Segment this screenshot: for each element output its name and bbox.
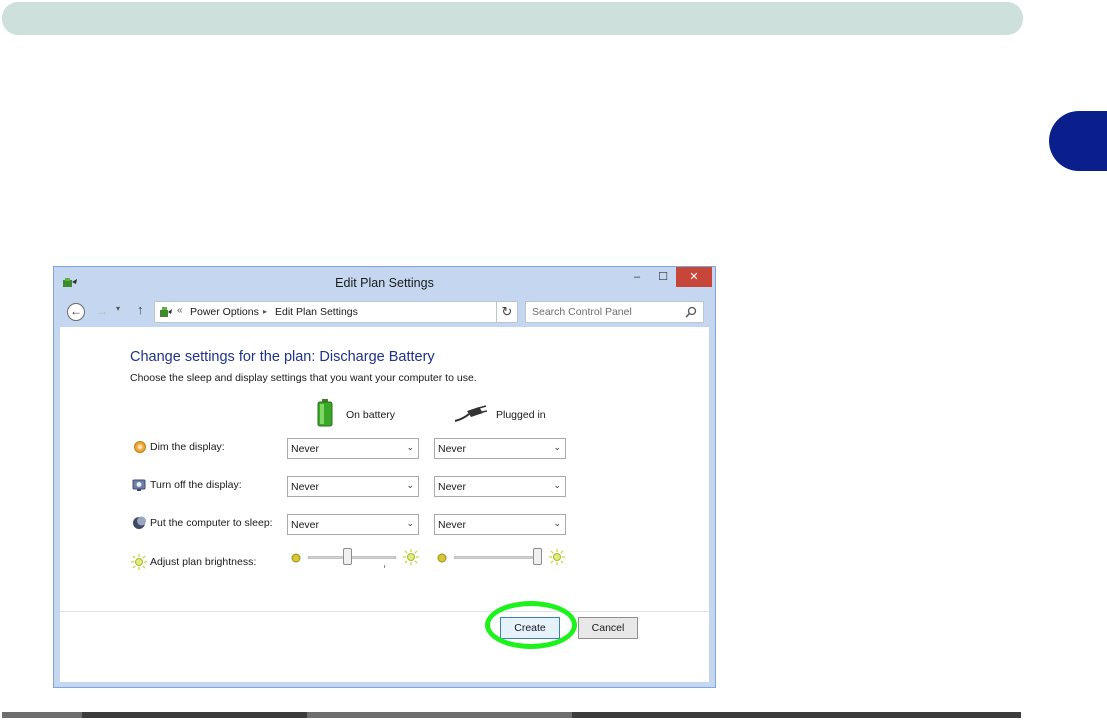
content-pane: Change settings for the plan: Discharge … xyxy=(60,327,709,682)
up-button[interactable]: ↑ xyxy=(137,302,144,317)
dim-display-plugged-select[interactable]: Never ⌄ xyxy=(434,438,566,459)
moon-icon xyxy=(133,516,146,529)
page-title: Change settings for the plan: Discharge … xyxy=(130,349,435,365)
search-box[interactable] xyxy=(525,301,704,323)
control-panel-icon xyxy=(160,307,172,317)
slider-thumb[interactable] xyxy=(343,548,353,565)
sleep-plugged-select[interactable]: Never ⌄ xyxy=(434,514,566,535)
slider-tick xyxy=(384,565,385,568)
refresh-button[interactable]: ↻ xyxy=(496,301,518,323)
chevron-down-icon: ⌄ xyxy=(553,442,561,452)
chevron-down-icon: ⌄ xyxy=(406,480,414,490)
sun-small-icon xyxy=(291,553,301,563)
minimize-button[interactable]: – xyxy=(624,267,650,287)
sun-large-icon xyxy=(403,549,419,565)
brightness-plugged-slider[interactable] xyxy=(436,548,568,568)
battery-icon xyxy=(317,399,333,427)
forward-button[interactable]: → xyxy=(93,303,111,321)
chevron-down-icon: ⌄ xyxy=(406,518,414,528)
back-button[interactable]: ← xyxy=(67,303,85,321)
chevron-down-icon: ⌄ xyxy=(406,442,414,452)
search-input[interactable] xyxy=(532,305,677,319)
slider-thumb[interactable] xyxy=(533,548,543,565)
chevron-down-icon: ⌄ xyxy=(553,518,561,528)
highlight-ring xyxy=(485,601,577,649)
dim-display-icon xyxy=(134,441,146,453)
column-label: On battery xyxy=(346,409,396,421)
sun-small-icon xyxy=(437,553,447,563)
breadcrumb-separator-icon: ▸ xyxy=(263,307,268,316)
chapter-tab xyxy=(1049,111,1107,171)
brightness-battery-slider[interactable] xyxy=(290,548,422,568)
dim-display-label: Dim the display: xyxy=(150,441,225,453)
column-on-battery: On battery xyxy=(317,399,427,429)
cancel-button[interactable]: Cancel xyxy=(578,617,638,639)
power-plug-icon xyxy=(454,405,487,422)
recent-pages-button[interactable]: ▾ xyxy=(116,304,120,313)
title-bar: Edit Plan Settings – ☐ ✕ xyxy=(54,267,715,297)
turn-off-display-plugged-select[interactable]: Never ⌄ xyxy=(434,476,566,497)
monitor-icon xyxy=(132,479,146,491)
search-icon[interactable] xyxy=(685,306,697,318)
turn-off-display-label: Turn off the display: xyxy=(150,479,242,491)
chevron-down-icon: ⌄ xyxy=(553,480,561,490)
footer-rule xyxy=(2,712,1021,718)
column-plugged-in: Plugged in xyxy=(453,399,573,429)
slider-track xyxy=(454,556,542,559)
sleep-battery-select[interactable]: Never ⌄ xyxy=(287,514,419,535)
sun-large-icon xyxy=(549,549,565,565)
brightness-label: Adjust plan brightness: xyxy=(150,556,257,568)
turn-off-display-battery-select[interactable]: Never ⌄ xyxy=(287,476,419,497)
footer-separator xyxy=(60,611,709,612)
breadcrumb[interactable]: « Power Options ▸ Edit Plan Settings ⌄ xyxy=(154,301,517,323)
address-row: ← → ▾ ↑ « Power Options ▸ Edit Plan Sett… xyxy=(60,298,709,327)
window-title: Edit Plan Settings xyxy=(335,276,434,290)
dim-display-battery-select[interactable]: Never ⌄ xyxy=(287,438,419,459)
brightness-icon xyxy=(131,554,147,570)
sleep-label: Put the computer to sleep: xyxy=(150,517,273,529)
maximize-button[interactable]: ☐ xyxy=(650,267,676,287)
close-button[interactable]: ✕ xyxy=(676,267,712,287)
header-bar xyxy=(2,2,1023,35)
breadcrumb-edit-plan-settings[interactable]: Edit Plan Settings xyxy=(275,306,358,318)
edit-plan-settings-window: Edit Plan Settings – ☐ ✕ ← → ▾ ↑ « Power… xyxy=(53,266,716,688)
column-label: Plugged in xyxy=(496,409,546,421)
page-description: Choose the sleep and display settings th… xyxy=(130,372,477,384)
breadcrumb-chevron-icon[interactable]: « xyxy=(177,305,183,316)
breadcrumb-power-options[interactable]: Power Options xyxy=(190,306,259,318)
